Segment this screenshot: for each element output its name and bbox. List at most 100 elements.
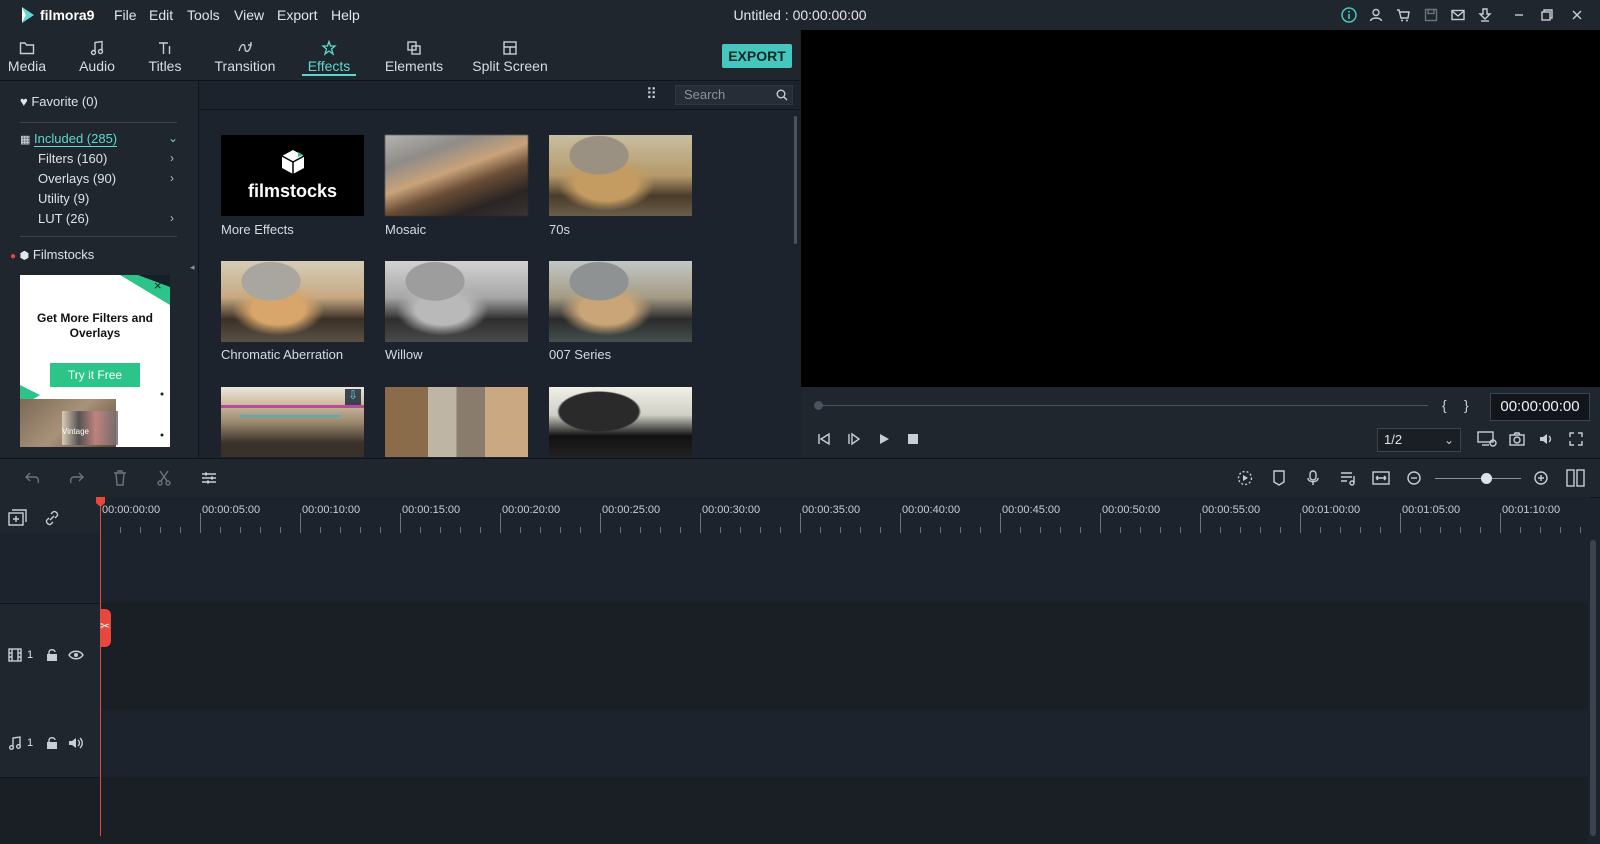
close-icon[interactable] [1570,8,1584,22]
effect-thumb-blur-strips[interactable] [385,387,528,457]
effect-thumb-chromatic-aberration[interactable] [221,261,364,342]
tab-transition[interactable]: Transition [208,30,282,80]
preview-progress-handle[interactable] [814,401,823,410]
cart-icon[interactable] [1396,8,1410,22]
preview-quality-select[interactable]: 1/2 ⌄ [1377,428,1461,452]
grid-scrollbar[interactable] [794,116,797,244]
preview-progress-track[interactable] [814,405,1428,406]
undo-icon[interactable] [25,471,41,485]
tab-titles[interactable]: Titles [140,30,190,80]
playhead[interactable] [100,500,101,836]
voiceover-mic-icon[interactable] [1307,470,1319,486]
mark-in-icon[interactable]: { [1442,397,1447,413]
redo-icon[interactable] [68,471,84,485]
render-preview-icon[interactable] [1237,470,1253,486]
filmstocks-item[interactable]: ● ⬢ Filmstocks [10,247,94,262]
menu-edit[interactable]: Edit [149,7,173,23]
ruler-time-label: 00:00:15:00 [402,504,460,516]
audio-track-icon [9,736,21,750]
ruler-time-label: 00:00:25:00 [602,504,660,516]
adjust-icon[interactable] [201,471,217,485]
save-icon[interactable] [1424,8,1438,22]
info-icon[interactable] [1341,7,1357,23]
audio-mixer-icon[interactable] [1340,470,1356,486]
snapshot-icon[interactable] [1509,432,1525,446]
tab-media[interactable]: Media [0,30,54,80]
ruler-ticks: 00:00:00:00 00:00:05:00 00:00:10:00 00:00:1… [100,504,1581,533]
zoom-in-icon[interactable] [1534,471,1548,485]
search-icon[interactable] [776,89,788,101]
transition-icon [238,42,252,53]
restore-icon[interactable] [1540,8,1554,22]
elements-icon [407,41,421,55]
mark-out-icon[interactable]: } [1464,397,1469,413]
effect-thumb-70s[interactable] [549,135,692,216]
zoom-slider-handle[interactable] [1481,473,1492,484]
collapse-arrow-icon[interactable]: ◂ [190,262,195,273]
sidebar-item-overlays[interactable]: Overlays (90) [38,171,116,186]
tab-elements[interactable]: Elements [382,30,446,80]
marker-icon[interactable] [1273,470,1285,486]
timeline-scrollbar[interactable] [1590,540,1596,836]
effect-thumb-007-series[interactable] [549,261,692,342]
ruler-time-label: 00:00:20:00 [502,504,560,516]
lock-icon[interactable] [46,648,58,662]
timeline-ruler[interactable]: 00:00:00:00 00:00:05:00 00:00:10:00 00:00:1… [100,497,1590,533]
fullscreen-icon[interactable] [1569,432,1583,446]
menu-tools[interactable]: Tools [187,7,220,23]
eye-icon[interactable] [68,650,84,660]
link-icon[interactable] [43,509,61,527]
lock-icon[interactable] [46,736,58,750]
split-icon[interactable] [157,470,171,486]
layout-panels-icon[interactable] [1566,469,1586,487]
account-icon[interactable] [1369,8,1383,22]
menu-file[interactable]: File [114,7,137,23]
minimize-icon[interactable] [1512,8,1526,22]
filmstocks-icon: ⬢ [19,250,30,262]
video-track-1[interactable] [0,603,1588,709]
sidebar-item-utility[interactable]: Utility (9) [38,191,89,206]
zoom-out-icon[interactable] [1407,471,1421,485]
sidebar-item-filters[interactable]: Filters (160) [38,151,107,166]
timeline-toolbar [0,458,1600,498]
filmstocks-ad-banner[interactable]: × Get More Filters and Overlays Try it F… [20,275,170,447]
export-button[interactable]: EXPORT [722,44,792,68]
favorite-item[interactable]: ♥ Favorite (0) [20,94,98,109]
mail-icon[interactable] [1451,8,1465,22]
display-settings-icon[interactable] [1477,431,1497,447]
playhead-scissors-handle[interactable]: ✂ [100,609,111,647]
app-name: filmora9 [40,7,95,23]
play-reverse-icon[interactable] [846,432,862,446]
zoom-slider-track[interactable] [1435,478,1521,479]
menu-export[interactable]: Export [277,7,317,23]
speaker-icon[interactable] [68,737,84,749]
fit-to-timeline-icon[interactable] [1372,470,1390,486]
download-icon[interactable] [1478,8,1492,22]
effect-thumb-more-effects[interactable]: filmstocks [221,135,364,216]
try-it-free-button[interactable]: Try it Free [50,363,140,387]
effect-thumb-glitch[interactable]: ⇩ [221,387,364,457]
menu-view[interactable]: View [234,7,264,23]
volume-icon[interactable] [1539,432,1555,446]
menu-help[interactable]: Help [331,7,360,23]
tab-effects[interactable]: Effects [302,30,356,80]
empty-track-area [0,777,1588,844]
sidebar-item-lut[interactable]: LUT (26) [38,211,89,226]
divider [20,236,177,237]
play-icon[interactable] [877,432,891,446]
effect-thumb-sketch[interactable] [549,387,692,457]
effect-thumb-willow[interactable] [385,261,528,342]
tab-split-screen[interactable]: Split Screen [470,30,550,80]
grid-view-icon[interactable]: ⠿ [646,85,657,103]
tab-audio[interactable]: Audio [72,30,122,80]
effect-thumb-mosaic[interactable] [385,135,528,216]
stop-icon[interactable] [907,433,919,445]
effect-label: Mosaic [385,222,427,237]
delete-icon[interactable] [113,470,127,486]
included-item[interactable]: ▦ Included (285) [20,131,118,147]
add-track-icon[interactable] [8,509,28,527]
close-icon[interactable]: × [154,278,162,293]
audio-track-1[interactable] [0,709,1588,777]
previous-frame-icon[interactable] [816,432,832,446]
effects-icon [321,40,337,56]
